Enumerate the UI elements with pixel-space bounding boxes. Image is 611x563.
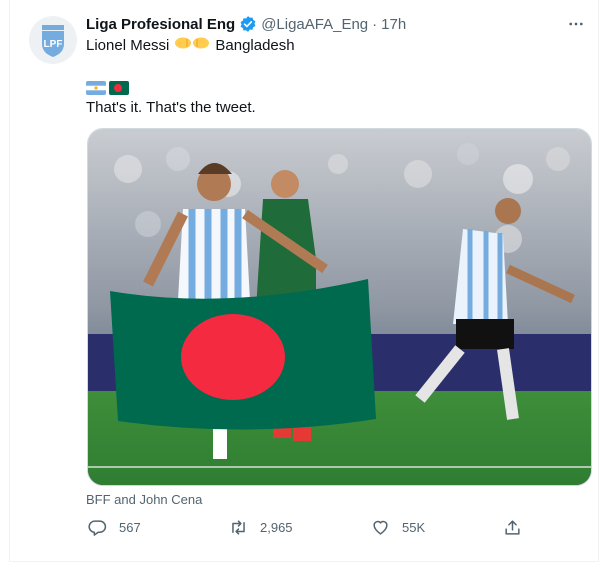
reply-button[interactable]: 567: [88, 518, 141, 537]
tweet-text: Lionel Messi Bangladesh That's it. That'…: [86, 36, 295, 118]
photo-caption: BFF and John Cena: [86, 492, 203, 507]
separator-dot: ·: [372, 15, 378, 33]
avatar[interactable]: LPF: [29, 16, 77, 64]
share-icon: [503, 518, 522, 537]
retweet-icon: [229, 518, 248, 537]
display-name[interactable]: Liga Profesional Eng: [86, 16, 235, 33]
flag-emojis: [86, 78, 295, 98]
like-count: 55K: [402, 520, 426, 535]
handle[interactable]: @LigaAFA_Eng: [261, 16, 368, 33]
svg-text:LPF: LPF: [44, 39, 63, 50]
bangladesh-flag-icon: [109, 81, 129, 95]
tweet-actions: 567 2,965 55K: [86, 518, 526, 542]
tweet-body: That's it. That's the tweet.: [86, 99, 256, 116]
reply-icon: [88, 518, 107, 537]
timestamp[interactable]: 17h: [381, 16, 406, 33]
retweet-count: 2,965: [260, 520, 293, 535]
tweet-line-1-prefix: Lionel Messi: [86, 37, 170, 54]
fist-bump-emoji-icon: [173, 36, 211, 56]
reply-count: 567: [119, 520, 141, 535]
tweet-card[interactable]: LPF Liga Profesional Eng @LigaAFA_Eng · …: [9, 0, 599, 562]
tweet-line-1-suffix: Bangladesh: [215, 37, 295, 54]
lpf-logo-icon: LPF: [42, 25, 64, 57]
tweet-header: Liga Profesional Eng @LigaAFA_Eng · 17h: [86, 14, 406, 34]
like-button[interactable]: 55K: [371, 518, 425, 537]
share-button[interactable]: [503, 518, 522, 537]
argentina-flag-icon: [86, 81, 106, 95]
retweet-button[interactable]: 2,965: [229, 518, 293, 537]
heart-icon: [371, 518, 390, 537]
more-options-icon[interactable]: [564, 12, 588, 36]
tweet-photo[interactable]: [87, 128, 592, 486]
tweet-line-1: Lionel Messi Bangladesh: [86, 36, 295, 56]
verified-badge-icon: [239, 15, 257, 33]
